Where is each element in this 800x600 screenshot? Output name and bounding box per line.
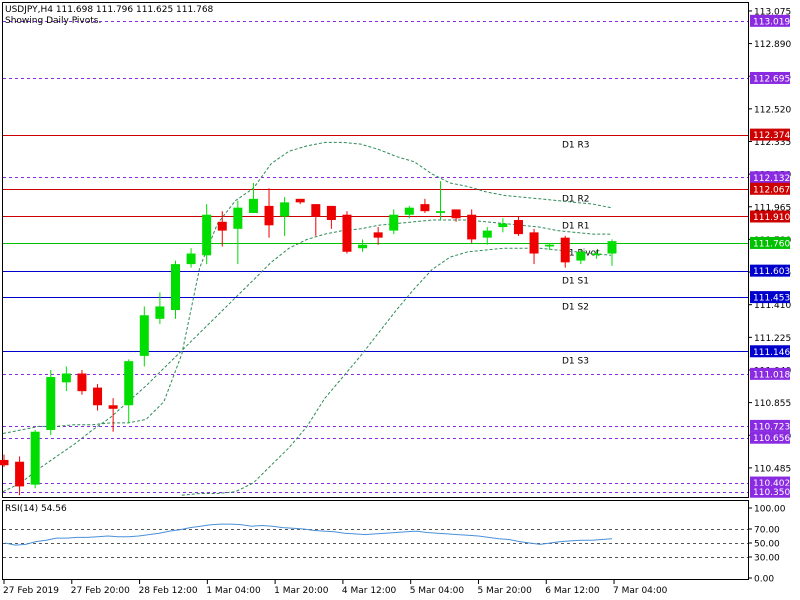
candle-body xyxy=(436,211,446,213)
time-tick-label: 27 Feb 2019 xyxy=(3,586,59,596)
candle-body xyxy=(389,214,399,231)
rsi-panel-frame xyxy=(2,500,749,580)
pivot-note: Showing Daily Pivots. xyxy=(5,16,102,26)
time-tick-label: 27 Feb 20:00 xyxy=(71,586,130,596)
candle-body xyxy=(482,230,492,238)
candle-body xyxy=(404,207,414,215)
candle-body xyxy=(513,220,523,235)
candle-body xyxy=(358,244,368,249)
price-badge-label: 110.350 xyxy=(753,488,790,498)
candle-body xyxy=(467,214,477,240)
price-badge-label: 111.603 xyxy=(753,267,790,277)
candle-body xyxy=(529,232,539,254)
price-tick-label: 110.855 xyxy=(754,399,791,409)
rsi-tick-label: 100.00 xyxy=(754,505,786,515)
price-tick-label: 112.890 xyxy=(754,40,791,50)
price-badge-label: 111.018 xyxy=(753,370,790,380)
candle-body xyxy=(264,205,274,226)
candle-body xyxy=(15,461,25,487)
candle-body xyxy=(202,214,212,256)
rsi-tick-label: 0.00 xyxy=(754,575,774,585)
rsi-tick-label: 30.00 xyxy=(754,554,780,564)
rsi-label: RSI(14) 54.56 xyxy=(5,504,67,514)
candle-body xyxy=(295,198,305,203)
candle-body xyxy=(576,251,586,261)
pivot-label: D1 R3 xyxy=(562,141,590,151)
rsi-tick-label: 70.00 xyxy=(754,526,780,536)
candle-body xyxy=(280,202,290,217)
candle-body xyxy=(591,253,601,256)
candle-body xyxy=(46,377,56,430)
candle-body xyxy=(61,373,71,383)
candle xyxy=(30,429,40,489)
pivot-label: D1 S3 xyxy=(562,357,589,367)
price-badge-label: 111.453 xyxy=(753,294,790,304)
rsi-tick-label: 50.00 xyxy=(754,540,780,550)
candle-body xyxy=(560,237,570,263)
symbol-header: USDJPY,H4 111.698 111.796 111.625 111.76… xyxy=(5,5,214,15)
candle-body xyxy=(155,306,165,319)
price-badge-label: 112.067 xyxy=(753,185,790,195)
candle-body xyxy=(498,223,508,228)
price-badge-label: 110.723 xyxy=(753,422,790,432)
time-tick-label: 6 Mar 12:00 xyxy=(545,586,600,596)
time-tick-label: 7 Mar 04:00 xyxy=(613,586,668,596)
candle-body xyxy=(420,204,430,212)
candle-body xyxy=(451,209,461,219)
time-axis: 27 Feb 2019 27 Feb 20:00 28 Feb 12:00 1 Mar… xyxy=(3,580,668,596)
time-tick-label: 1 Mar 04:00 xyxy=(206,586,261,596)
candle-body xyxy=(186,253,196,265)
candle-body xyxy=(233,207,243,229)
usdjpy-h4-chart: 113.075112.890112.705112.520112.335112.1… xyxy=(0,2,791,596)
candle-body xyxy=(108,405,118,409)
pivot-label: D1 S2 xyxy=(562,303,589,313)
price-tick-label: 111.225 xyxy=(754,334,791,344)
candle-body xyxy=(30,431,40,485)
candle-body xyxy=(373,232,383,238)
price-badge-label: 113.019 xyxy=(753,17,790,27)
price-badge-label: 112.132 xyxy=(753,174,790,184)
price-badge-label: 110.656 xyxy=(753,434,790,444)
price-badges: 113.019 112.695 112.132 111.018 110.723 110.6… xyxy=(750,14,790,498)
time-tick-label: 5 Mar 20:00 xyxy=(477,586,532,596)
pivot-label: D1 R1 xyxy=(562,222,590,232)
candle-body xyxy=(93,387,103,406)
price-badge-label: 112.695 xyxy=(753,74,790,84)
price-tick-label: 112.520 xyxy=(754,105,791,115)
candle-body xyxy=(248,198,258,213)
time-tick-label: 5 Mar 04:00 xyxy=(410,586,465,596)
candle xyxy=(342,211,352,254)
time-tick-label: 28 Feb 12:00 xyxy=(139,586,198,596)
candle-body xyxy=(124,361,134,406)
pivot-label: D1 S1 xyxy=(562,277,589,287)
candle xyxy=(77,369,87,395)
price-badge-label: 112.374 xyxy=(753,131,790,141)
price-tick-label: 110.485 xyxy=(754,464,791,474)
candle-body xyxy=(139,315,149,356)
candle-body xyxy=(77,373,87,392)
candle-body xyxy=(0,459,9,466)
time-tick-label: 1 Mar 20:00 xyxy=(274,586,329,596)
candle-body xyxy=(326,205,336,221)
price-badge-label: 111.910 xyxy=(753,213,790,223)
candle-body xyxy=(170,264,180,310)
candle-body xyxy=(342,214,352,252)
candle-body xyxy=(545,244,555,247)
time-tick-label: 4 Mar 12:00 xyxy=(342,586,397,596)
price-badge-label: 111.146 xyxy=(753,348,790,358)
candle-body xyxy=(217,221,227,231)
candle-body xyxy=(311,204,321,217)
candle-body xyxy=(607,241,617,254)
price-badge-label: 111.760 xyxy=(753,239,790,249)
candle xyxy=(46,369,56,436)
